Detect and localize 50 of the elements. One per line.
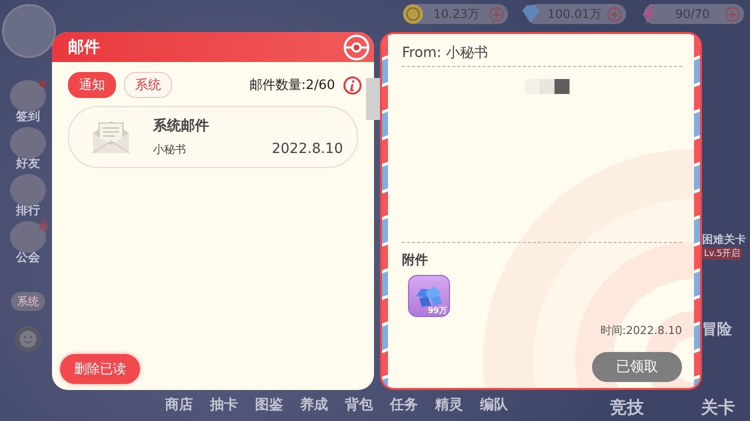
plus-icon[interactable] [489, 6, 504, 22]
attachment-item[interactable]: 99万 [408, 275, 450, 317]
panel-title: 邮件 [68, 36, 100, 58]
attachment-amount: 99万 [428, 305, 447, 316]
tab[interactable]: 系统 [124, 72, 172, 98]
menu-label[interactable]: 冒险 [702, 320, 732, 339]
attachments-heading: 附件 [402, 252, 429, 269]
nav-item[interactable]: 背包 [345, 396, 373, 419]
menu-label: 好友 [16, 155, 40, 172]
system-button[interactable]: 系统 [11, 292, 45, 311]
coin-icon [402, 3, 424, 25]
nav-item[interactable]: 图鉴 [255, 396, 283, 419]
menu-label: 公会 [16, 249, 40, 266]
mail-title: 系统邮件 [153, 117, 210, 135]
nav-item[interactable]: 编队 [480, 396, 508, 419]
close-icon[interactable] [343, 34, 370, 60]
nav-item[interactable]: 抽卡 [210, 396, 238, 419]
delete-read-button[interactable]: 删除已读 [60, 354, 140, 384]
menu-icon-button[interactable] [10, 127, 46, 159]
claim-button[interactable]: 已领取 [592, 352, 682, 382]
letter-time: 时间:2022.8.10 [600, 323, 682, 338]
pixelated-image [523, 79, 571, 94]
mail-sender: 小秘书 [153, 142, 186, 157]
mail-date: 2022.8.10 [272, 141, 343, 157]
menu-label[interactable]: 困难关卡 [702, 232, 746, 247]
plus-icon[interactable] [725, 6, 740, 22]
nav-item[interactable]: 任务 [390, 396, 418, 419]
mail-item[interactable]: 系统邮件 小秘书 2022.8.10 [68, 106, 358, 168]
info-icon[interactable] [343, 76, 362, 94]
plus-icon[interactable] [607, 6, 622, 22]
resource-amount: 10.23万 [432, 6, 481, 22]
unlock-level-tag: Lv.5开启 [702, 247, 742, 260]
nav-item[interactable]: 商店 [165, 396, 193, 419]
menu-icon-button[interactable] [10, 221, 46, 253]
envelope-icon [91, 119, 131, 155]
scrollbar[interactable] [366, 78, 380, 120]
smiley-icon[interactable] [14, 325, 42, 353]
mail-count: 邮件数量:2/60 [249, 77, 335, 94]
diamond-icon [520, 3, 542, 25]
avatar-circle[interactable] [2, 4, 56, 58]
letter-sender: From: 小秘书 [402, 44, 489, 62]
resource-amount: 90/70 [674, 7, 711, 21]
nav-item[interactable]: 关卡 [701, 396, 735, 419]
menu-icon-button[interactable] [10, 80, 46, 112]
tab[interactable]: 通知 [68, 72, 116, 98]
menu-icon-button[interactable] [10, 174, 46, 206]
nav-item[interactable]: 养成 [300, 396, 328, 419]
nav-item[interactable]: 精灵 [435, 396, 463, 419]
resource-amount: 100.01万 [546, 6, 602, 22]
nav-item[interactable]: 竞技 [610, 396, 644, 419]
